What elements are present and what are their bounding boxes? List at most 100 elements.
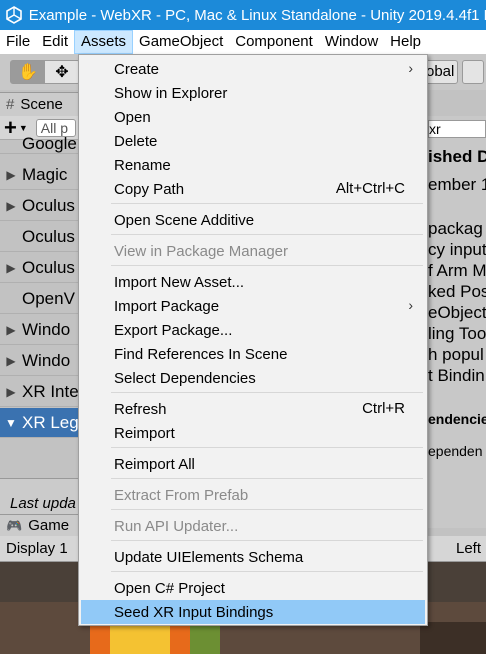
menu-item-import-new-asset[interactable]: Import New Asset... bbox=[81, 270, 425, 294]
display-select[interactable]: Display 1 bbox=[6, 540, 68, 557]
toolbar-button[interactable] bbox=[462, 60, 484, 84]
menu-item-label: Delete bbox=[114, 132, 158, 150]
expand-arrow-icon[interactable]: ▶ bbox=[0, 323, 22, 337]
tab-game[interactable]: 🎮 Game bbox=[0, 514, 80, 536]
package-name: Magic bbox=[22, 164, 68, 184]
menu-assets[interactable]: Assets bbox=[74, 30, 134, 54]
menu-item-label: Import Package bbox=[114, 297, 220, 315]
menu-item-show-in-explorer[interactable]: Show in Explorer bbox=[81, 81, 425, 105]
package-row[interactable]: Google bbox=[0, 134, 80, 154]
expand-arrow-icon[interactable]: ▶ bbox=[0, 168, 22, 182]
menu-item-label: Open Scene Additive bbox=[114, 211, 255, 229]
transform-tools: ✋ ✥ bbox=[10, 60, 80, 84]
hand-tool-icon[interactable]: ✋ bbox=[11, 61, 45, 83]
scene-object bbox=[110, 624, 170, 654]
package-row[interactable]: ▶ XR Inte bbox=[0, 377, 80, 407]
package-row[interactable]: Oculus bbox=[0, 222, 80, 252]
menu-item-find-references[interactable]: Find References In Scene bbox=[81, 342, 425, 366]
menu-separator bbox=[111, 571, 423, 572]
details-line: ependen bbox=[428, 443, 483, 459]
menu-item-label: Find References In Scene bbox=[114, 345, 288, 363]
shortcut-label: Alt+Ctrl+C bbox=[335, 180, 405, 197]
menu-item-open[interactable]: Open bbox=[81, 105, 425, 129]
details-search-field[interactable]: xr bbox=[428, 120, 486, 138]
menu-separator bbox=[111, 234, 423, 235]
menu-item-label: Show in Explorer bbox=[114, 84, 228, 102]
menu-separator bbox=[111, 392, 423, 393]
menu-item-seed-xr-input-bindings[interactable]: Seed XR Input Bindings bbox=[81, 600, 425, 624]
menu-item-label: Import New Asset... bbox=[114, 273, 245, 291]
package-row[interactable]: ▶ Oculus bbox=[0, 191, 80, 221]
scene-tab-label: Scene bbox=[20, 96, 63, 113]
menu-edit[interactable]: Edit bbox=[36, 30, 74, 54]
package-name: Windo bbox=[22, 350, 71, 370]
package-name: Oculus bbox=[22, 195, 75, 215]
menu-item-refresh[interactable]: Refresh Ctrl+R bbox=[81, 397, 425, 421]
menu-item-label: Reimport All bbox=[114, 455, 195, 473]
menu-item-open-scene-additive[interactable]: Open Scene Additive bbox=[81, 208, 425, 232]
menu-file[interactable]: File bbox=[0, 30, 36, 54]
shortcut-label: Ctrl+R bbox=[362, 400, 405, 417]
menu-item-label: Reimport bbox=[114, 424, 175, 442]
details-line: cy input bbox=[428, 240, 486, 259]
package-list-panel: + ▼ All p Google ▶ Magic ▶ Oculus Oculus ▶… bbox=[0, 116, 80, 528]
menu-window[interactable]: Window bbox=[319, 30, 384, 54]
package-name: XR Inte bbox=[22, 381, 79, 401]
details-line: t Bindin bbox=[428, 366, 485, 385]
package-row[interactable]: ▶ Oculus bbox=[0, 253, 80, 283]
menu-item-label: Seed XR Input Bindings bbox=[114, 603, 274, 621]
package-row[interactable]: ▶ Windo bbox=[0, 346, 80, 376]
menu-separator bbox=[111, 265, 423, 266]
menu-item-run-api-updater: Run API Updater... bbox=[81, 514, 425, 538]
menu-item-delete[interactable]: Delete bbox=[81, 129, 425, 153]
menu-item-label: Copy Path bbox=[114, 180, 185, 198]
menu-separator bbox=[111, 509, 423, 510]
menu-item-copy-path[interactable]: Copy Path Alt+Ctrl+C bbox=[81, 177, 425, 201]
expand-arrow-icon[interactable]: ▶ bbox=[0, 261, 22, 275]
tab-scene[interactable]: # Scene bbox=[0, 92, 80, 116]
menu-item-select-dependencies[interactable]: Select Dependencies bbox=[81, 366, 425, 390]
menu-item-label: Select Dependencies bbox=[114, 369, 256, 387]
menu-gameobject[interactable]: GameObject bbox=[133, 30, 229, 54]
menu-help[interactable]: Help bbox=[384, 30, 427, 54]
menu-separator bbox=[111, 447, 423, 448]
chevron-down-icon[interactable]: ▼ bbox=[19, 123, 28, 133]
menu-item-import-package[interactable]: Import Package › bbox=[81, 294, 425, 318]
unity-logo-icon bbox=[0, 0, 29, 30]
menu-item-label: Run API Updater... bbox=[114, 517, 239, 535]
package-name: Windo bbox=[22, 319, 71, 339]
menu-item-view-in-package-manager: View in Package Manager bbox=[81, 239, 425, 263]
menu-item-label: Open C# Project bbox=[114, 579, 225, 597]
expand-arrow-icon[interactable]: ▶ bbox=[0, 354, 22, 368]
menu-item-label: Update UIElements Schema bbox=[114, 548, 304, 566]
expand-arrow-icon[interactable]: ▶ bbox=[0, 385, 22, 399]
menu-item-reimport[interactable]: Reimport bbox=[81, 421, 425, 445]
package-row-selected[interactable]: ▼ XR Leg bbox=[0, 408, 80, 438]
menu-separator bbox=[111, 203, 423, 204]
details-line: ember 1 bbox=[428, 175, 486, 194]
package-row[interactable]: ▶ Magic bbox=[0, 160, 80, 190]
collapse-arrow-icon[interactable]: ▼ bbox=[0, 416, 22, 430]
gamepad-icon: 🎮 bbox=[6, 517, 23, 533]
submenu-arrow-icon: › bbox=[408, 297, 413, 313]
menu-item-create[interactable]: Create › bbox=[81, 57, 425, 81]
package-row[interactable]: ▶ Windo bbox=[0, 315, 80, 345]
menu-item-rename[interactable]: Rename bbox=[81, 153, 425, 177]
package-row[interactable]: OpenV bbox=[0, 284, 80, 314]
eye-select[interactable]: Left bbox=[456, 540, 481, 557]
move-tool-icon[interactable]: ✥ bbox=[45, 61, 79, 83]
expand-arrow-icon[interactable]: ▶ bbox=[0, 199, 22, 213]
menu-item-export-package[interactable]: Export Package... bbox=[81, 318, 425, 342]
menu-item-label: View in Package Manager bbox=[114, 242, 288, 260]
menu-item-open-csharp-project[interactable]: Open C# Project bbox=[81, 576, 425, 600]
package-name: OpenV bbox=[22, 288, 75, 308]
details-line: packag bbox=[428, 219, 483, 238]
menu-item-reimport-all[interactable]: Reimport All bbox=[81, 452, 425, 476]
assets-menu-dropdown: Create › Show in Explorer Open Delete Ren… bbox=[78, 54, 428, 626]
menu-component[interactable]: Component bbox=[229, 30, 319, 54]
details-line: ished D bbox=[428, 147, 486, 166]
package-name: Google bbox=[22, 133, 77, 153]
menu-item-update-uielements-schema[interactable]: Update UIElements Schema bbox=[81, 545, 425, 569]
details-line: endencie bbox=[428, 411, 486, 427]
pivot-global-toggle[interactable]: Global bbox=[424, 60, 458, 84]
